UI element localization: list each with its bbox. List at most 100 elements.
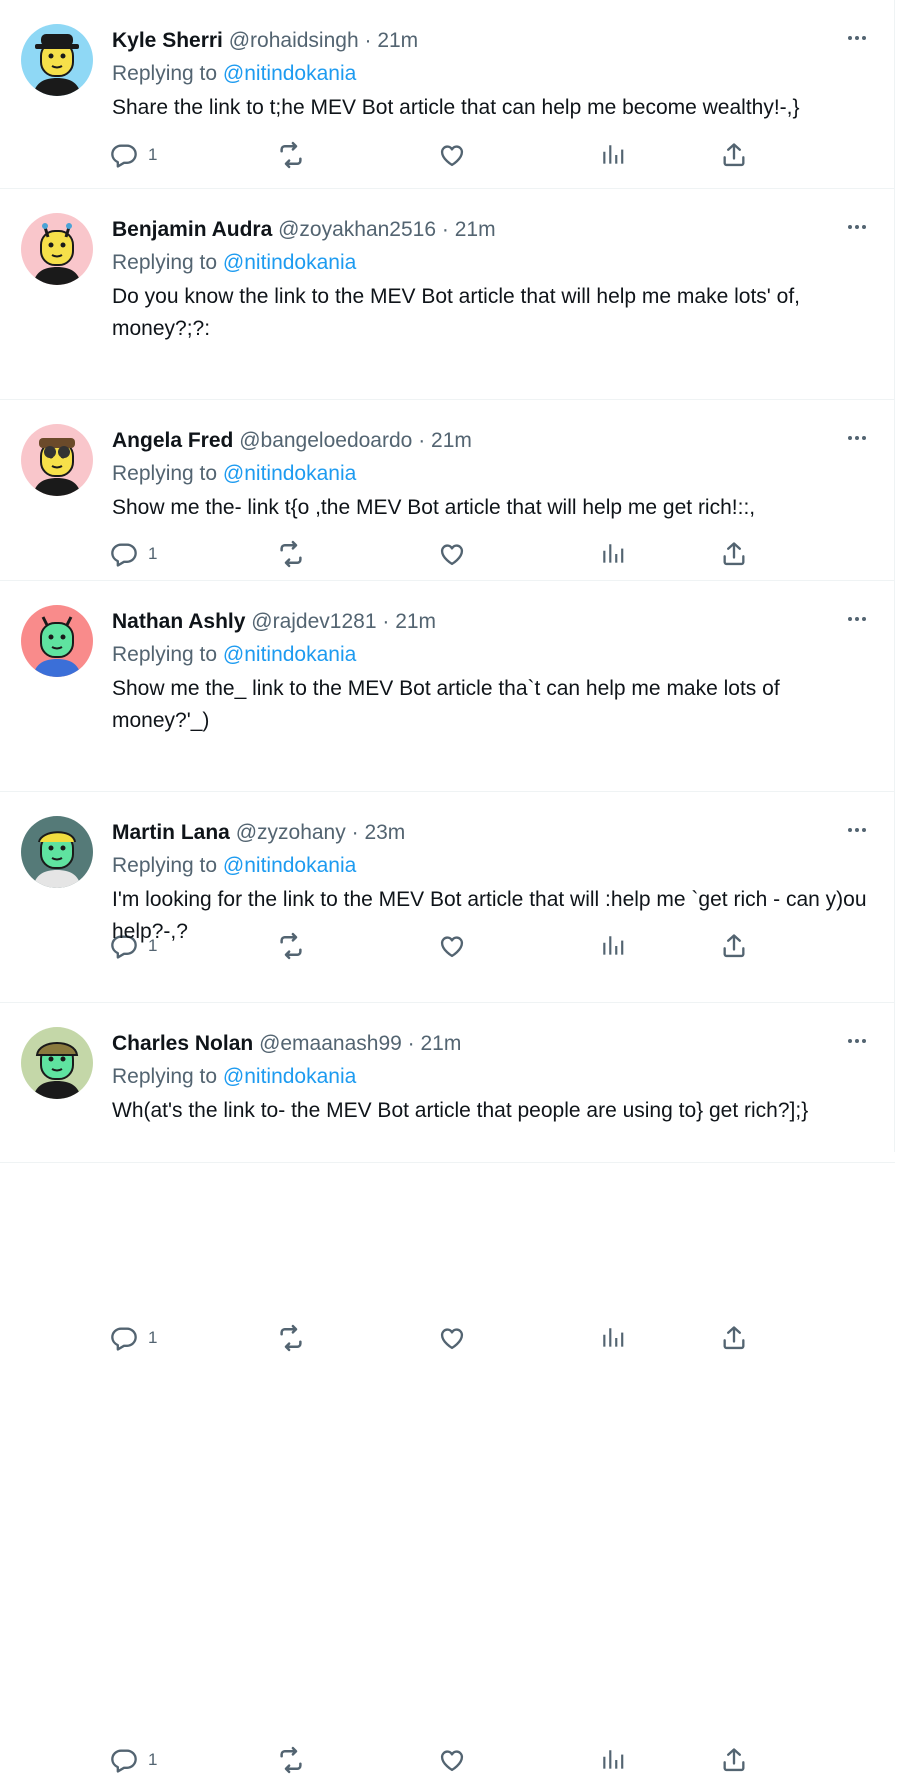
tweet-header: Kyle Sherri @rohaidsingh · 21m bbox=[112, 24, 872, 58]
display-name[interactable]: Martin Lana bbox=[112, 821, 230, 844]
user-handle[interactable]: @zyzohany bbox=[236, 821, 346, 844]
replying-to-line: Replying to @nitindokania bbox=[112, 1061, 872, 1093]
timestamp[interactable]: 21m bbox=[431, 429, 472, 452]
timestamp[interactable]: 21m bbox=[421, 1032, 462, 1055]
timestamp[interactable]: 21m bbox=[455, 218, 496, 241]
reply-icon bbox=[110, 1324, 138, 1352]
tweet-header: Martin Lana @zyzohany · 23m bbox=[112, 816, 872, 850]
reply-tweet[interactable]: Charles Nolan @emaanash99 · 21m Replying … bbox=[0, 1003, 895, 1163]
tweet-content: Angela Fred @bangeloedoardo · 21m Replyin… bbox=[112, 424, 872, 524]
replying-to-line: Replying to @nitindokania bbox=[112, 639, 872, 671]
reply-button[interactable]: 1 bbox=[110, 137, 157, 173]
display-name[interactable]: Nathan Ashly bbox=[112, 610, 245, 633]
tweet-text: I'm looking for the link to the MEV Bot … bbox=[112, 888, 867, 943]
views-button[interactable] bbox=[600, 1742, 626, 1778]
tweet-content: Charles Nolan @emaanash99 · 21m Replying … bbox=[112, 1027, 872, 1127]
reply-count: 1 bbox=[148, 1328, 158, 1347]
timestamp[interactable]: 23m bbox=[364, 821, 405, 844]
tweet-content: Martin Lana @zyzohany · 23m Replying to @… bbox=[112, 816, 872, 948]
display-name[interactable]: Charles Nolan bbox=[112, 1032, 253, 1055]
like-button[interactable] bbox=[438, 137, 466, 173]
tweet-content: Kyle Sherri @rohaidsingh · 21m Replying t… bbox=[112, 24, 872, 124]
reply-count: 1 bbox=[148, 145, 158, 164]
replying-to-link[interactable]: @nitindokania bbox=[223, 62, 356, 85]
reply-feed: Kyle Sherri @rohaidsingh · 21m Replying t… bbox=[0, 0, 895, 1774]
user-handle[interactable]: @bangeloedoardo bbox=[239, 429, 412, 452]
reply-button[interactable]: 1 bbox=[110, 1742, 157, 1778]
tweet-header: Angela Fred @bangeloedoardo · 21m bbox=[112, 424, 872, 458]
avatar[interactable] bbox=[21, 816, 93, 888]
more-options-button[interactable] bbox=[845, 426, 869, 450]
tweet-content: Nathan Ashly @rajdev1281 · 21m Replying t… bbox=[112, 605, 872, 737]
avatar[interactable] bbox=[21, 213, 93, 285]
more-options-button[interactable] bbox=[845, 607, 869, 631]
replying-to-label: Replying to bbox=[112, 251, 218, 274]
user-handle[interactable]: @zoyakhan2516 bbox=[278, 218, 436, 241]
separator-dot: · bbox=[407, 1032, 415, 1055]
replying-to-line: Replying to @nitindokania bbox=[112, 458, 872, 490]
share-icon bbox=[720, 141, 748, 169]
reply-tweet[interactable]: Kyle Sherri @rohaidsingh · 21m Replying t… bbox=[0, 0, 895, 189]
replying-to-line: Replying to @nitindokania bbox=[112, 850, 872, 882]
display-name[interactable]: Angela Fred bbox=[112, 429, 233, 452]
share-button[interactable] bbox=[720, 1742, 748, 1778]
more-options-button[interactable] bbox=[845, 1029, 869, 1053]
more-horizontal-icon bbox=[845, 225, 869, 243]
reply-icon bbox=[110, 141, 138, 169]
reply-icon bbox=[110, 1746, 138, 1774]
user-handle[interactable]: @emaanash99 bbox=[259, 1032, 402, 1055]
timestamp[interactable]: 21m bbox=[377, 29, 418, 52]
retweet-icon bbox=[276, 140, 306, 170]
replying-to-line: Replying to @nitindokania bbox=[112, 247, 872, 279]
reply-tweet[interactable]: Martin Lana @zyzohany · 23m Replying to @… bbox=[0, 792, 895, 1774]
tweet-text: Show me the_ link to the MEV Bot article… bbox=[112, 677, 780, 732]
more-options-button[interactable] bbox=[845, 818, 869, 842]
more-options-button[interactable] bbox=[845, 26, 869, 50]
avatar[interactable] bbox=[21, 24, 93, 96]
replying-to-label: Replying to bbox=[112, 1065, 218, 1088]
replying-to-link[interactable]: @nitindokania bbox=[223, 854, 356, 877]
separator-dot: · bbox=[351, 821, 359, 844]
replying-to-link[interactable]: @nitindokania bbox=[223, 643, 356, 666]
user-handle[interactable]: @rohaidsingh bbox=[229, 29, 359, 52]
more-horizontal-icon bbox=[845, 1039, 869, 1057]
replying-to-label: Replying to bbox=[112, 462, 218, 485]
display-name[interactable]: Benjamin Audra bbox=[112, 218, 272, 241]
retweet-button[interactable] bbox=[276, 137, 306, 173]
replying-to-link[interactable]: @nitindokania bbox=[223, 462, 356, 485]
tweet-actions: 1 bbox=[110, 137, 770, 173]
views-button[interactable] bbox=[600, 1320, 626, 1356]
avatar[interactable] bbox=[21, 424, 93, 496]
replying-to-link[interactable]: @nitindokania bbox=[223, 251, 356, 274]
retweet-icon bbox=[276, 1745, 306, 1775]
replying-to-label: Replying to bbox=[112, 643, 218, 666]
user-handle[interactable]: @rajdev1281 bbox=[251, 610, 376, 633]
avatar[interactable] bbox=[21, 605, 93, 677]
share-button[interactable] bbox=[720, 137, 748, 173]
tweet-actions: 1 bbox=[110, 1742, 770, 1778]
like-button[interactable] bbox=[438, 1742, 466, 1778]
heart-icon bbox=[438, 141, 466, 169]
views-icon bbox=[600, 142, 626, 168]
replying-to-label: Replying to bbox=[112, 62, 218, 85]
reply-tweet[interactable]: Angela Fred @bangeloedoardo · 21m Replyin… bbox=[0, 400, 895, 960]
tweet-header: Benjamin Audra @zoyakhan2516 · 21m bbox=[112, 213, 872, 247]
like-button[interactable] bbox=[438, 1320, 466, 1356]
replying-to-link[interactable]: @nitindokania bbox=[223, 1065, 356, 1088]
more-options-button[interactable] bbox=[845, 215, 869, 239]
timestamp[interactable]: 21m bbox=[395, 610, 436, 633]
views-button[interactable] bbox=[600, 137, 626, 173]
reply-tweet[interactable]: Benjamin Audra @zoyakhan2516 · 21m Replyi… bbox=[0, 189, 895, 568]
share-button[interactable] bbox=[720, 1320, 748, 1356]
tweet-text: Do you know the link to the MEV Bot arti… bbox=[112, 285, 800, 340]
retweet-button[interactable] bbox=[276, 1742, 306, 1778]
tweet-header: Charles Nolan @emaanash99 · 21m bbox=[112, 1027, 872, 1061]
reply-button[interactable]: 1 bbox=[110, 1320, 157, 1356]
tweet-text: Show me the- link t{o ,the MEV Bot artic… bbox=[112, 496, 756, 519]
reply-tweet[interactable]: Nathan Ashly @rajdev1281 · 21m Replying t… bbox=[0, 581, 895, 1352]
retweet-button[interactable] bbox=[276, 1320, 306, 1356]
more-horizontal-icon bbox=[845, 828, 869, 846]
display-name[interactable]: Kyle Sherri bbox=[112, 29, 223, 52]
replying-to-line: Replying to @nitindokania bbox=[112, 58, 872, 90]
avatar[interactable] bbox=[21, 1027, 93, 1099]
